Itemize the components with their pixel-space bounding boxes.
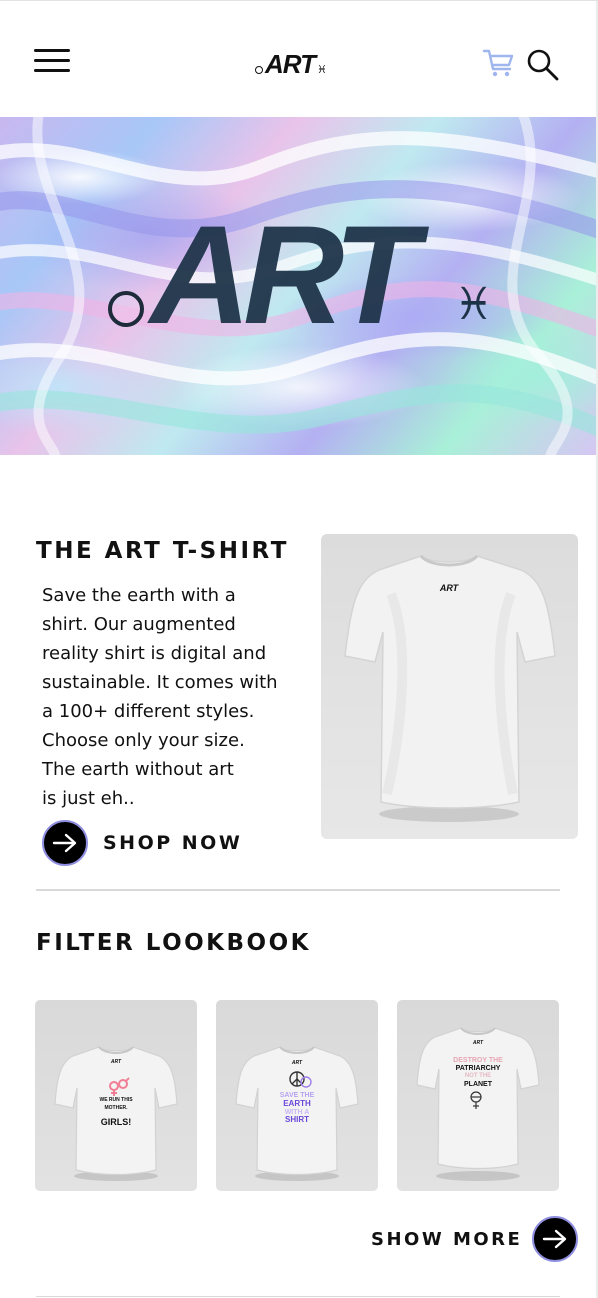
- tshirt-image: ART: [344, 554, 556, 822]
- logo-pisces-symbol: ♓: [316, 63, 327, 76]
- product-title: THE ART T-SHIRT: [36, 538, 289, 564]
- top-header: ART ♓: [0, 1, 598, 117]
- show-more-button[interactable]: SHOW MORE: [371, 1216, 579, 1262]
- tshirt-image: [54, 1046, 178, 1181]
- product-image[interactable]: ART: [321, 534, 578, 839]
- description-line: Save the earth with a: [42, 585, 236, 606]
- hero-wordmark: ART: [150, 196, 419, 353]
- card-tag: ART: [110, 1059, 122, 1065]
- hero-logo: ART ♓: [104, 205, 494, 345]
- arrow-right-icon: [532, 1216, 579, 1262]
- card-tag: ART: [291, 1060, 303, 1066]
- menu-icon-line: [34, 59, 70, 62]
- header-logo[interactable]: ART ♓: [255, 47, 327, 77]
- search-button[interactable]: [526, 48, 560, 82]
- description-line: sustainable. It comes with: [42, 672, 278, 693]
- cart-icon: [482, 49, 514, 77]
- section-divider: [36, 889, 560, 891]
- page: ART ♓ ART ♓ THE ART T-SHIRT Save the ear…: [0, 0, 598, 1298]
- lookbook-item-girls[interactable]: ART WE RUN THIS MOTHER. GIRLS!: [35, 1000, 197, 1191]
- description-line: a 100+ different styles.: [42, 701, 255, 722]
- lookbook-item-earth[interactable]: ART SAVE THE EARTH WITH A SHIRT: [216, 1000, 378, 1191]
- card-tag: ART: [472, 1040, 484, 1046]
- search-icon: [527, 49, 559, 81]
- shop-now-label: SHOP NOW: [103, 832, 243, 854]
- arrow-right-icon: [42, 820, 88, 866]
- card-print-line: EARTH: [283, 1099, 311, 1108]
- menu-icon-line: [34, 69, 70, 72]
- shop-now-button[interactable]: SHOP NOW: [42, 820, 242, 866]
- description-line: is just eh..: [42, 788, 135, 809]
- product-shirt-print: ART: [439, 583, 460, 593]
- description-line: shirt. Our augmented: [42, 614, 236, 635]
- card-print-line: NOT THE: [464, 1073, 492, 1079]
- card-print-line: DESTROY THE: [453, 1057, 503, 1064]
- logo-wordmark: ART: [265, 49, 316, 79]
- card-print-line: MOTHER.: [104, 1105, 128, 1111]
- tshirt-image: [416, 1027, 540, 1181]
- description-line: The earth without art: [42, 759, 234, 780]
- menu-icon-line: [34, 49, 70, 52]
- show-more-label: SHOW MORE: [371, 1228, 523, 1250]
- card-print-line: PLANET: [464, 1081, 492, 1088]
- card-print-line: SHIRT: [285, 1115, 309, 1124]
- card-print-line: SAVE THE: [279, 1092, 315, 1099]
- card-print-line: GIRLS!: [100, 1117, 132, 1127]
- hero-banner: ART ♓: [0, 117, 598, 455]
- section-divider: [36, 1296, 560, 1297]
- cart-button[interactable]: [482, 47, 516, 81]
- lookbook-title: FILTER LOOKBOOK: [36, 930, 311, 956]
- product-description: Save the earth with a shirt. Our augment…: [42, 581, 304, 813]
- description-line: reality shirt is digital and: [42, 643, 267, 664]
- hero-circle-icon: [108, 291, 144, 327]
- hero-pisces-symbol: ♓: [454, 279, 494, 330]
- card-print-line: PATRIARCHY: [455, 1065, 501, 1072]
- menu-button[interactable]: [34, 47, 72, 77]
- description-line: Choose only your size.: [42, 730, 245, 751]
- card-print-line: WE RUN THIS: [99, 1097, 133, 1103]
- lookbook-item-patriarchy[interactable]: ART DESTROY THE PATRIARCHY NOT THE PLANE…: [397, 1000, 559, 1191]
- logo-circle-icon: [255, 66, 263, 74]
